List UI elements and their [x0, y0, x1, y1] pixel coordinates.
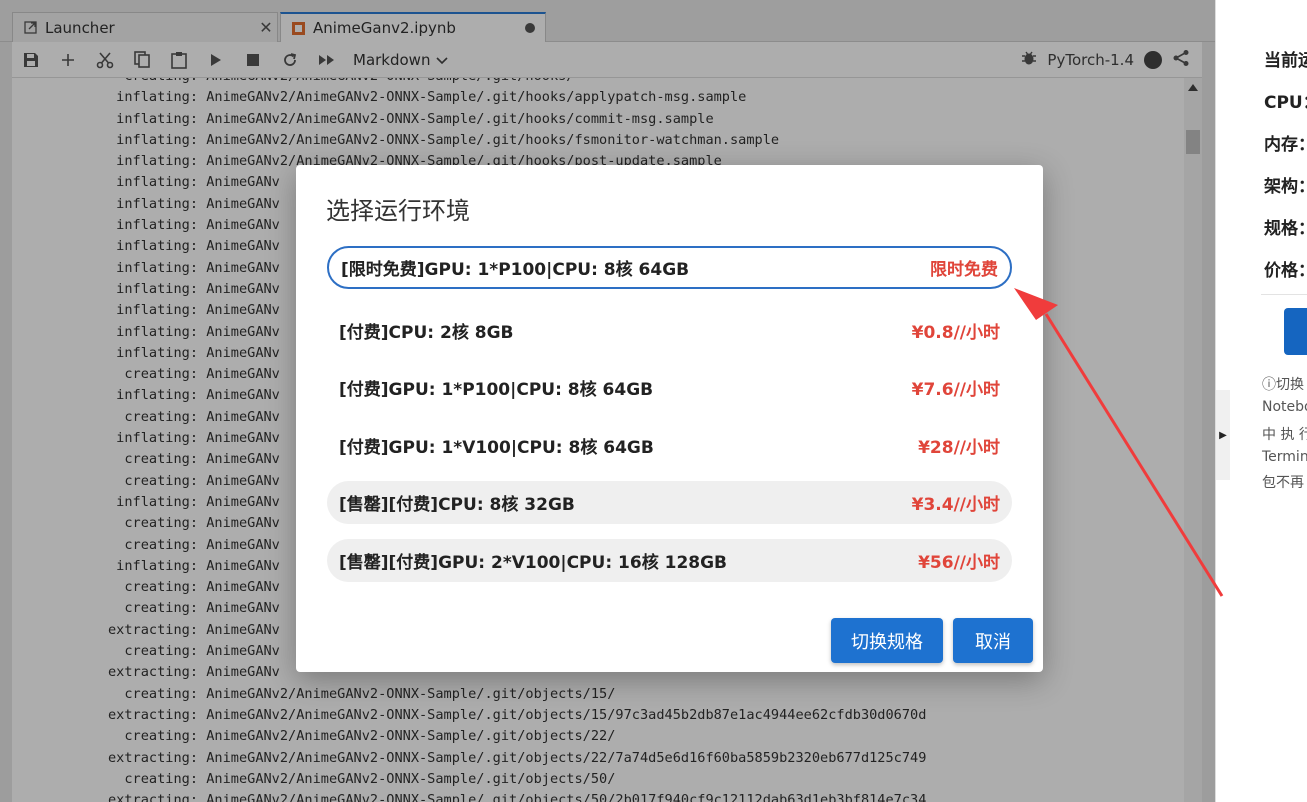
note-line: Notebo: [1262, 399, 1307, 415]
env-option[interactable]: [付费]CPU: 2核 8GB ¥0.8//小时: [327, 309, 1012, 352]
select-environment-dialog: 选择运行环境 [限时免费]GPU: 1*P100|CPU: 8核 64GB 限时…: [296, 165, 1043, 672]
env-option-price: ¥0.8//小时: [911, 323, 1000, 343]
env-option-label: [售罄][付费]CPU: 8核 32GB: [339, 495, 575, 515]
panel-divider: [1261, 294, 1307, 295]
env-option[interactable]: [限时免费]GPU: 1*P100|CPU: 8核 64GB 限时免费: [327, 246, 1012, 289]
arch-label: 架构：: [1264, 177, 1307, 197]
env-option-price: ¥7.6//小时: [911, 380, 1000, 400]
memory-label: 内存：: [1264, 135, 1307, 155]
price-label: 价格：: [1264, 261, 1307, 281]
env-option-label: [售罄][付费]GPU: 2*V100|CPU: 16核 128GB: [339, 553, 728, 573]
env-option-soldout: [售罄][付费]CPU: 8核 32GB ¥3.4//小时: [327, 481, 1012, 524]
cpu-label: CPU：: [1264, 93, 1307, 113]
env-option-soldout: [售罄][付费]GPU: 2*V100|CPU: 16核 128GB ¥56//…: [327, 539, 1012, 582]
env-option-label: [限时免费]GPU: 1*P100|CPU: 8核 64GB: [341, 260, 690, 280]
env-option-price: ¥28//小时: [918, 438, 1000, 458]
env-option-price: ¥3.4//小时: [911, 495, 1000, 515]
cancel-button[interactable]: 取消: [953, 618, 1033, 663]
note-line: Termin: [1262, 449, 1307, 465]
note-line: 中 执 行: [1262, 427, 1307, 443]
env-option[interactable]: [付费]GPU: 1*P100|CPU: 8核 64GB ¥7.6//小时: [327, 366, 1012, 409]
dialog-title: 选择运行环境: [326, 197, 470, 225]
env-option-price: ¥56//小时: [918, 553, 1000, 573]
info-icon: ⓘ: [1262, 377, 1276, 393]
collapse-panel-icon[interactable]: ▶: [1216, 390, 1230, 480]
current-env-label: 当前运: [1264, 51, 1307, 71]
switch-spec-button[interactable]: 切换规格: [831, 618, 943, 663]
env-option-label: [付费]CPU: 2核 8GB: [339, 323, 514, 343]
switch-env-button[interactable]: [1284, 308, 1307, 355]
environment-info-panel: ▶ 当前运 CPU： 内存： 架构： 规格： 价格： ⓘ切换 Notebo 中 …: [1215, 0, 1307, 802]
note-line: 包不再: [1262, 475, 1304, 491]
info-note: ⓘ切换: [1262, 377, 1304, 393]
env-option[interactable]: [付费]GPU: 1*V100|CPU: 8核 64GB ¥28//小时: [327, 424, 1012, 467]
spec-label: 规格：: [1264, 219, 1307, 239]
env-option-label: [付费]GPU: 1*P100|CPU: 8核 64GB: [339, 380, 654, 400]
env-option-price: 限时免费: [930, 260, 998, 280]
env-option-label: [付费]GPU: 1*V100|CPU: 8核 64GB: [339, 438, 654, 458]
